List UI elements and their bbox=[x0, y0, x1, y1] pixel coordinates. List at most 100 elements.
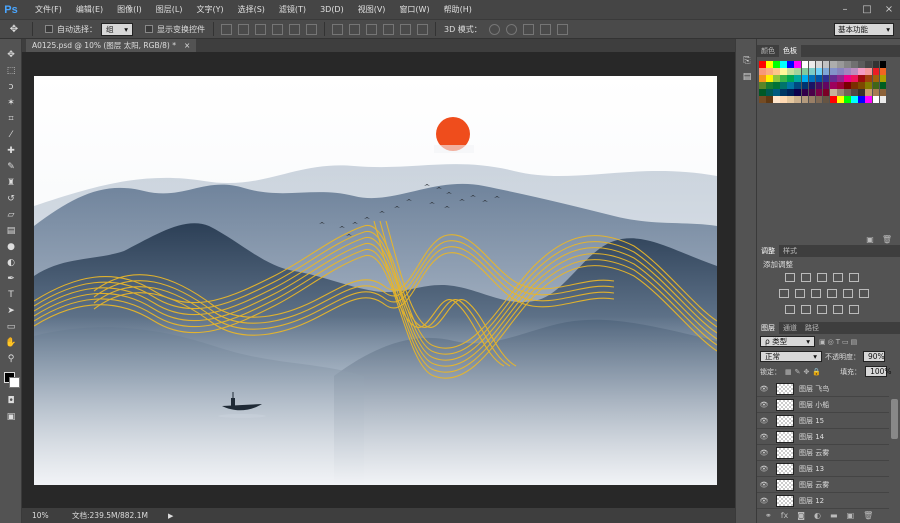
menu-item[interactable]: 编辑(E) bbox=[69, 0, 110, 19]
dodge-tool-icon[interactable]: ◐ bbox=[0, 255, 22, 271]
color-swatch[interactable] bbox=[801, 82, 809, 89]
color-swatch[interactable] bbox=[872, 68, 880, 75]
color-swatch[interactable] bbox=[808, 96, 816, 104]
color-swatch[interactable] bbox=[879, 68, 887, 75]
invert-icon[interactable] bbox=[785, 305, 795, 314]
close-tab-icon[interactable]: × bbox=[184, 41, 190, 50]
color-swatch[interactable] bbox=[808, 68, 816, 75]
color-swatch[interactable] bbox=[851, 96, 858, 104]
color-swatch[interactable] bbox=[766, 89, 773, 96]
color-swatch[interactable] bbox=[794, 96, 802, 104]
pen-tool-icon[interactable]: ✒ bbox=[0, 271, 22, 287]
menu-item[interactable]: 窗口(W) bbox=[392, 0, 436, 19]
marquee-tool-icon[interactable]: ⬚ bbox=[0, 63, 22, 79]
color-swatch[interactable] bbox=[815, 61, 823, 68]
color-swatch[interactable] bbox=[780, 61, 787, 68]
new-swatch-icon[interactable]: ▣ bbox=[866, 235, 874, 244]
color-swatch[interactable] bbox=[858, 75, 865, 82]
color-swatch[interactable] bbox=[794, 82, 802, 89]
color-swatch[interactable] bbox=[787, 96, 794, 104]
distribute-top-icon[interactable] bbox=[332, 23, 343, 35]
fill-input[interactable]: 100% bbox=[865, 366, 892, 377]
eye-icon[interactable]: 👁 bbox=[757, 385, 771, 393]
color-swatch[interactable] bbox=[787, 82, 794, 89]
history-brush-icon[interactable]: ↺ bbox=[0, 191, 22, 207]
color-swatch[interactable] bbox=[794, 61, 802, 68]
path-select-icon[interactable]: ➤ bbox=[0, 303, 22, 319]
quick-mask-icon[interactable]: ◘ bbox=[0, 393, 22, 409]
color-swatch[interactable] bbox=[766, 68, 773, 75]
color-swatch[interactable] bbox=[872, 89, 880, 96]
color-lookup-icon[interactable] bbox=[859, 289, 869, 298]
gradient-map-icon[interactable] bbox=[833, 305, 843, 314]
color-swatch[interactable] bbox=[872, 61, 880, 68]
color-swatch[interactable] bbox=[879, 89, 887, 96]
color-swatch[interactable] bbox=[837, 61, 844, 68]
tab-color[interactable]: 颜色 bbox=[757, 45, 779, 57]
opacity-input[interactable]: 90% bbox=[863, 351, 885, 362]
eye-icon[interactable]: 👁 bbox=[757, 481, 771, 489]
color-swatch[interactable] bbox=[794, 75, 802, 82]
layer-style-icon[interactable]: fx bbox=[781, 511, 789, 520]
menu-item[interactable]: 图像(I) bbox=[110, 0, 149, 19]
document-tab[interactable]: A0125.psd @ 10% (图层 太阳, RGB/8) * × bbox=[26, 39, 197, 52]
color-swatch[interactable] bbox=[780, 75, 787, 82]
zoom-tool-icon[interactable]: ⚲ bbox=[0, 351, 22, 367]
color-swatch[interactable] bbox=[780, 82, 787, 89]
layer-row[interactable]: 👁 图层 13 bbox=[757, 461, 889, 477]
threshold-icon[interactable] bbox=[817, 305, 827, 314]
color-swatch[interactable] bbox=[773, 82, 780, 89]
lasso-tool-icon[interactable]: ↄ bbox=[0, 79, 22, 95]
document-canvas[interactable] bbox=[34, 76, 717, 485]
color-swatch[interactable] bbox=[865, 68, 872, 75]
color-swatch[interactable] bbox=[773, 96, 780, 104]
tab-adjustments[interactable]: 调整 bbox=[757, 245, 779, 257]
curves-icon[interactable] bbox=[817, 273, 827, 282]
color-swatch[interactable] bbox=[815, 89, 823, 96]
roll-3d-icon[interactable] bbox=[505, 23, 517, 35]
color-swatch[interactable] bbox=[858, 89, 865, 96]
lock-icons[interactable]: ▦✎✥🔒 bbox=[785, 368, 824, 376]
color-swatch[interactable] bbox=[844, 82, 851, 89]
layer-row[interactable]: 👁 图层 云雾 bbox=[757, 445, 889, 461]
properties-panel-icon[interactable]: ▤ bbox=[736, 69, 758, 85]
background-color-swatch[interactable] bbox=[9, 377, 20, 388]
color-swatch[interactable] bbox=[787, 68, 794, 75]
color-swatch[interactable] bbox=[851, 61, 858, 68]
tab-swatches[interactable]: 色板 bbox=[779, 45, 801, 57]
hand-tool-icon[interactable]: ✋ bbox=[0, 335, 22, 351]
color-swatch[interactable] bbox=[815, 75, 823, 82]
color-swatch[interactable] bbox=[801, 89, 809, 96]
slide-3d-icon[interactable] bbox=[539, 23, 551, 35]
type-tool-icon[interactable]: T bbox=[0, 287, 22, 303]
hue-saturation-icon[interactable] bbox=[779, 289, 789, 298]
color-swatch[interactable] bbox=[851, 75, 858, 82]
delete-swatch-icon[interactable]: 🗑 bbox=[882, 235, 892, 244]
crop-tool-icon[interactable]: ⌗ bbox=[0, 111, 22, 127]
color-swatch[interactable] bbox=[759, 75, 766, 82]
black-white-icon[interactable] bbox=[811, 289, 821, 298]
color-swatch[interactable] bbox=[822, 61, 830, 68]
align-vcenter-icon[interactable] bbox=[238, 23, 249, 35]
color-swatch[interactable] bbox=[851, 68, 858, 75]
layer-row[interactable]: 👁 图层 云雾 bbox=[757, 477, 889, 493]
status-menu-arrow-icon[interactable]: ▶ bbox=[168, 512, 173, 520]
color-swatch[interactable] bbox=[837, 82, 844, 89]
eye-icon[interactable]: 👁 bbox=[757, 465, 771, 473]
add-mask-icon[interactable]: ◙ bbox=[797, 511, 805, 520]
color-swatch[interactable] bbox=[844, 96, 851, 104]
move-tool-icon[interactable]: ✥ bbox=[0, 24, 28, 35]
color-swatch[interactable] bbox=[773, 75, 780, 82]
distribute-vcenter-icon[interactable] bbox=[349, 23, 360, 35]
minimize-icon[interactable]: – bbox=[834, 0, 856, 19]
color-swatch[interactable] bbox=[829, 68, 837, 75]
delete-layer-icon[interactable]: 🗑 bbox=[863, 511, 873, 520]
scale-3d-icon[interactable] bbox=[556, 23, 568, 35]
color-swatch[interactable] bbox=[794, 89, 802, 96]
distribute-bottom-icon[interactable] bbox=[366, 23, 377, 35]
distribute-right-icon[interactable] bbox=[417, 23, 428, 35]
color-swatch[interactable] bbox=[865, 89, 872, 96]
layer-filter-dropdown[interactable]: ρ 类型 ▾ bbox=[760, 336, 815, 347]
color-swatch[interactable] bbox=[780, 68, 787, 75]
color-swatch[interactable] bbox=[829, 82, 837, 89]
